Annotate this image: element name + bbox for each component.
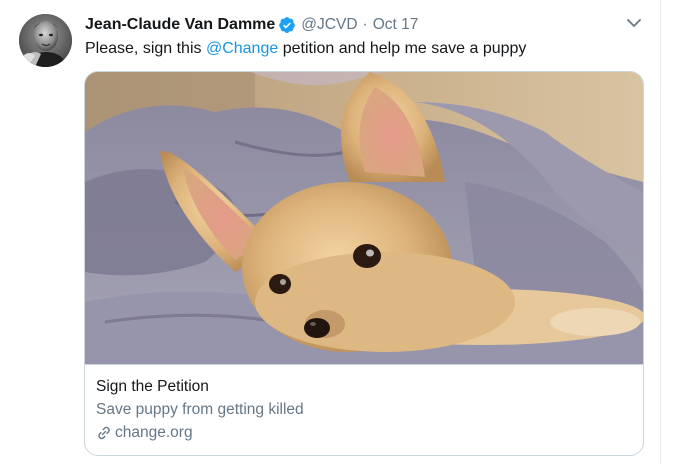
timeline-divider <box>660 0 661 464</box>
chevron-down-icon[interactable] <box>626 16 642 28</box>
card-title: Sign the Petition <box>96 378 209 395</box>
link-card[interactable]: Sign the Petition Save puppy from gettin… <box>84 71 644 456</box>
avatar-image <box>19 14 72 67</box>
avatar[interactable] <box>19 14 72 67</box>
tweet-text: Please, sign this @Change petition and h… <box>85 40 526 58</box>
tweet-text-after: petition and help me save a puppy <box>278 40 527 57</box>
separator-dot: · <box>362 16 368 33</box>
mention-link[interactable]: @Change <box>206 40 278 57</box>
tweet-header: Jean-Claude Van Damme @JCVD · Oct 17 <box>85 13 418 37</box>
card-domain: change.org <box>96 424 193 442</box>
display-name[interactable]: Jean-Claude Van Damme <box>85 16 275 34</box>
card-image[interactable] <box>85 72 643 365</box>
card-domain-text: change.org <box>115 424 193 441</box>
user-handle[interactable]: @JCVD <box>301 16 357 34</box>
puppy-photo-icon <box>85 72 643 364</box>
card-description: Save puppy from getting killed <box>96 401 304 418</box>
tweet-text-before: Please, sign this <box>85 40 206 57</box>
verified-badge-icon <box>278 16 296 34</box>
tweet-date[interactable]: Oct 17 <box>373 16 419 34</box>
tweet[interactable]: Jean-Claude Van Damme @JCVD · Oct 17 Ple… <box>0 0 683 464</box>
link-icon <box>96 425 112 441</box>
